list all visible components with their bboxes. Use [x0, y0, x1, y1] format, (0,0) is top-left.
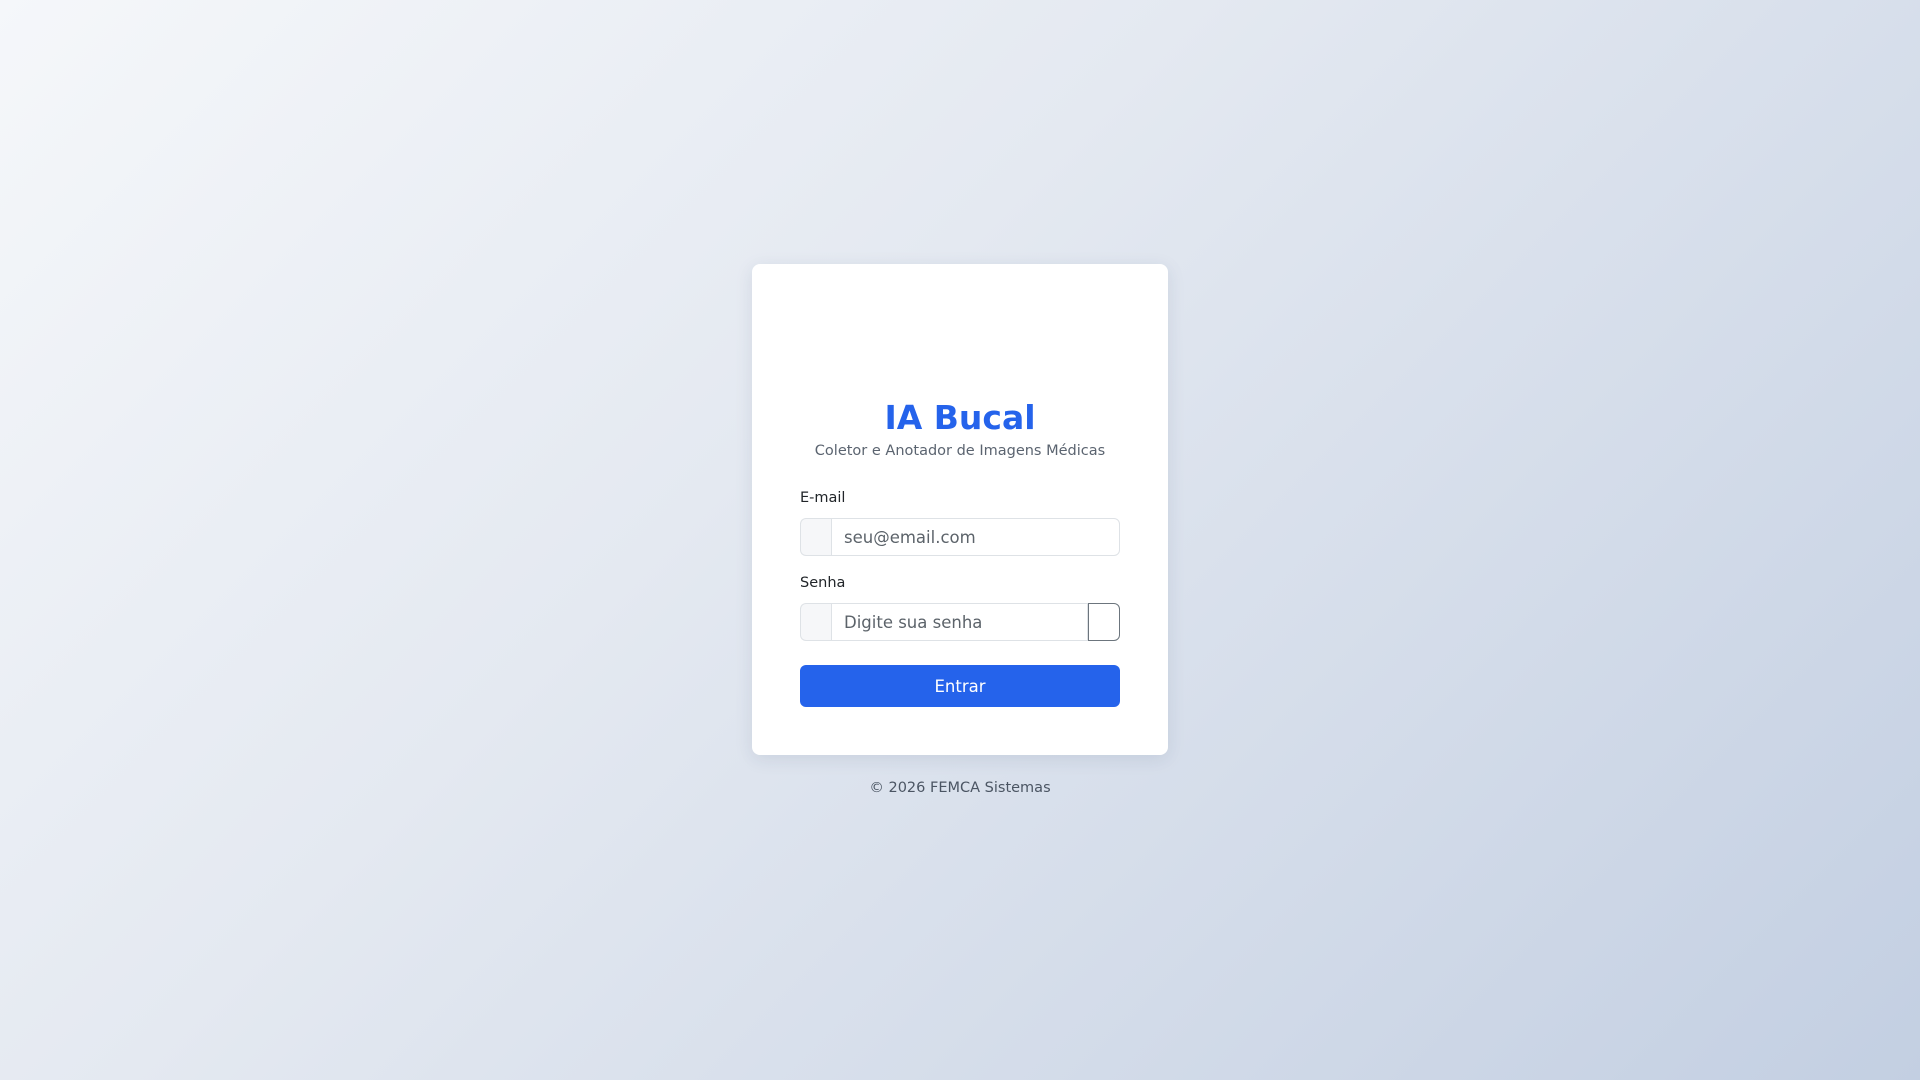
lock-icon — [800, 603, 831, 641]
app-title: IA Bucal — [884, 398, 1036, 437]
password-label: Senha — [800, 575, 846, 591]
envelope-icon — [800, 518, 831, 556]
email-label: E-mail — [800, 490, 846, 506]
password-field[interactable] — [831, 603, 1088, 641]
email-input-group — [800, 518, 1120, 556]
login-button[interactable]: Entrar — [800, 665, 1120, 707]
email-field[interactable] — [831, 518, 1120, 556]
toggle-password-button[interactable] — [1088, 603, 1120, 641]
password-input-group — [800, 603, 1120, 641]
logo-placeholder — [752, 284, 1168, 394]
app-subtitle: Coletor e Anotador de Imagens Médicas — [814, 443, 1106, 459]
footer-copyright: © 2026 FEMCA Sistemas — [869, 780, 1051, 796]
